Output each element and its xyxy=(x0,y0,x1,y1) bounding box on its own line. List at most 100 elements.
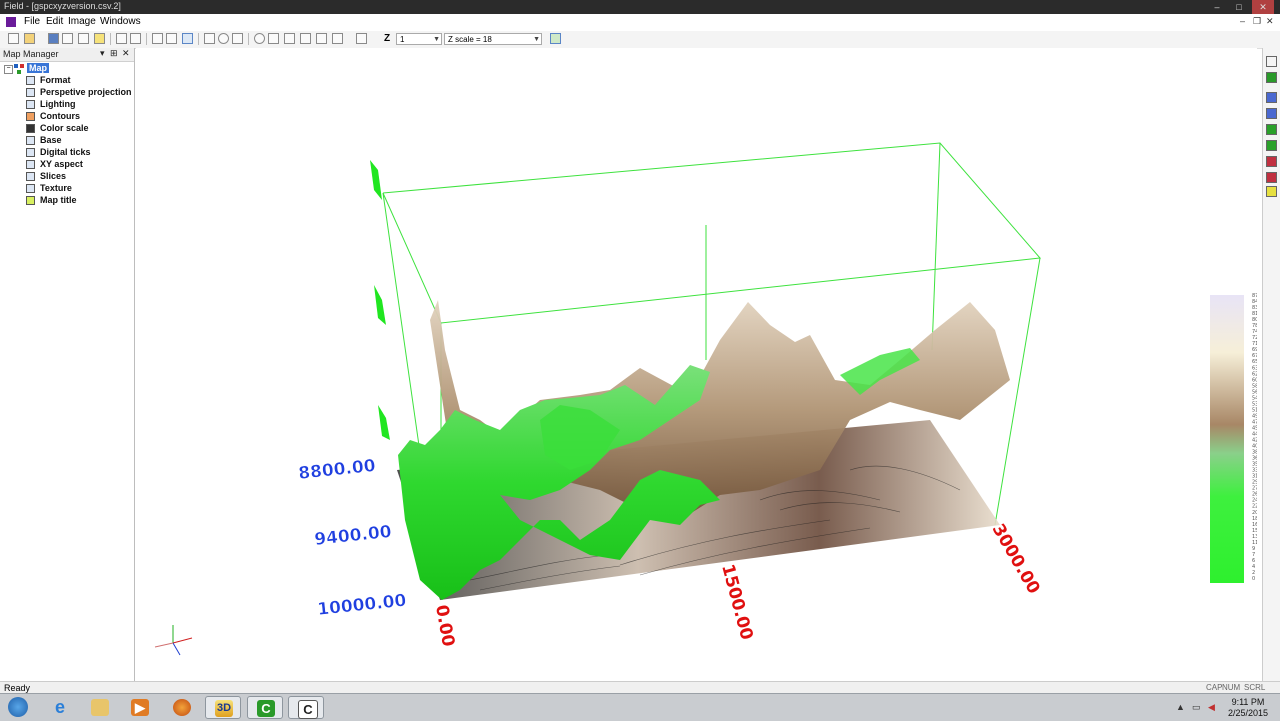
firefox-button[interactable] xyxy=(164,696,200,719)
x-tick-label: 0.00 xyxy=(431,603,458,648)
cube-side-icon[interactable] xyxy=(1266,140,1277,151)
tray-volume-icon[interactable]: ◀ xyxy=(1208,702,1215,713)
start-button[interactable] xyxy=(0,696,36,719)
cube-green-icon[interactable] xyxy=(1266,124,1277,135)
media-player-button[interactable]: ▶ xyxy=(122,696,158,719)
taskbar-clock[interactable]: 9:11 PM 2/25/2015 xyxy=(1220,697,1276,719)
doc-restore-button[interactable]: ❐ xyxy=(1253,16,1261,27)
box-icon[interactable] xyxy=(204,33,215,44)
color-map-icon[interactable] xyxy=(1266,72,1277,83)
pointer-icon[interactable] xyxy=(332,33,343,44)
field-3d-button[interactable]: 3D xyxy=(205,696,241,719)
cube-red-icon[interactable] xyxy=(1266,156,1277,167)
save-icon[interactable] xyxy=(48,33,59,44)
menu-edit[interactable]: Edit xyxy=(46,16,63,27)
cube-top-icon[interactable] xyxy=(1266,172,1277,183)
map-manager-header: Map Manager ▾ ⊞ ✕ xyxy=(0,48,134,62)
menu-file[interactable]: File xyxy=(24,16,40,27)
color-scale-bar xyxy=(1210,295,1244,583)
color-scale-labels: 8784838180787472716967656362605856545351… xyxy=(1252,293,1258,582)
tree-item-label: Perspetive projection xyxy=(40,87,132,97)
doc-minimize-button[interactable]: – xyxy=(1240,16,1245,26)
z-scale-value: Z scale = 18 xyxy=(448,35,492,44)
tree-item-icon xyxy=(26,172,35,181)
app-c-green-button[interactable]: C xyxy=(247,696,283,719)
firefox-icon xyxy=(173,699,191,716)
scroll-indicator: SCRL xyxy=(1244,683,1266,692)
print-icon[interactable] xyxy=(78,33,89,44)
tilt-icon[interactable] xyxy=(316,33,327,44)
y-tick-label: 8800.00 xyxy=(297,456,376,484)
grid-fine-icon[interactable] xyxy=(166,33,177,44)
app-c-green-icon: C xyxy=(257,700,275,717)
tree-item-icon xyxy=(26,184,35,193)
chevron-down-icon[interactable]: ▾ xyxy=(100,48,105,59)
pin-icon[interactable]: ⊞ xyxy=(110,48,118,59)
mesh-icon[interactable] xyxy=(232,33,243,44)
tree-item-label: Map title xyxy=(40,195,77,205)
menu-image[interactable]: Image xyxy=(68,16,96,27)
folder-icon xyxy=(91,699,109,716)
paste-icon[interactable] xyxy=(130,33,141,44)
arrow-left-icon[interactable] xyxy=(268,33,279,44)
z-scale-select[interactable]: Z scale = 18 ▼ xyxy=(444,33,542,45)
map-view-icon[interactable] xyxy=(550,33,561,44)
file-explorer-button[interactable] xyxy=(82,696,118,719)
caps-indicator: CAP xyxy=(1206,683,1223,692)
toolbar: Z 1 ▼ Z scale = 18 ▼ xyxy=(0,31,1280,49)
tree-root-label: Map xyxy=(27,63,49,73)
tray-expand-icon[interactable]: ▲ xyxy=(1176,702,1185,712)
y-axis: 8800.00 9400.00 10000.00 xyxy=(297,456,408,621)
map-manager-panel: Map Manager ▾ ⊞ ✕ xyxy=(0,48,135,681)
arrow-right-icon[interactable] xyxy=(284,33,295,44)
grid-icon[interactable] xyxy=(152,33,163,44)
doc-close-button[interactable]: ✕ xyxy=(1266,16,1274,27)
cube-front-icon[interactable] xyxy=(1266,108,1277,119)
tray-device-icon[interactable]: ▭ xyxy=(1192,702,1201,713)
close-icon[interactable]: ✕ xyxy=(122,48,130,59)
pattern-icon[interactable] xyxy=(1266,56,1277,67)
tree-root-map[interactable]: − Map xyxy=(4,63,64,75)
tree-item-label: Digital ticks xyxy=(40,147,91,157)
tree-item-icon xyxy=(26,196,35,205)
tree-item-icon xyxy=(26,88,35,97)
minimize-button[interactable]: – xyxy=(1206,0,1228,14)
cube-blue-icon[interactable] xyxy=(1266,92,1277,103)
rotate-icon[interactable] xyxy=(300,33,311,44)
x-tick-label: 3000.00 xyxy=(988,521,1044,598)
tree-item-label: Lighting xyxy=(40,99,76,109)
tree-item-label: Format xyxy=(40,75,71,85)
z-value-select[interactable]: 1 ▼ xyxy=(396,33,442,45)
right-toolbar xyxy=(1262,48,1280,681)
zoom-icon[interactable] xyxy=(254,33,265,44)
save-all-icon[interactable] xyxy=(62,33,73,44)
tree-item-icon xyxy=(26,148,35,157)
copy-icon[interactable] xyxy=(116,33,127,44)
close-button[interactable]: ✕ xyxy=(1252,0,1274,14)
app-icon xyxy=(6,17,16,27)
open-folder-icon[interactable] xyxy=(24,33,35,44)
window-title-bar: Field - [gspcxyzversion.csv.2] – □ ✕ xyxy=(0,0,1280,14)
chevron-down-icon: ▼ xyxy=(433,36,440,43)
tree-view-icon[interactable] xyxy=(182,33,193,44)
new-file-icon[interactable] xyxy=(8,33,19,44)
note-icon[interactable] xyxy=(94,33,105,44)
pen-icon[interactable] xyxy=(356,33,367,44)
tree-item-label: XY aspect xyxy=(40,159,83,169)
app-c-white-button[interactable]: C xyxy=(288,696,324,719)
sphere-icon[interactable] xyxy=(218,33,229,44)
y-tick-label: 10000.00 xyxy=(316,591,407,620)
menu-bar: File Edit Image Windows – ❐ ✕ xyxy=(0,14,1280,32)
color-picker-icon[interactable] xyxy=(1266,186,1277,197)
tree-item-icon xyxy=(26,136,35,145)
menu-windows[interactable]: Windows xyxy=(100,16,141,27)
internet-explorer-button[interactable]: e xyxy=(42,696,78,719)
maximize-button[interactable]: □ xyxy=(1228,0,1250,14)
tree-item-icon xyxy=(26,76,35,85)
media-player-icon: ▶ xyxy=(131,699,149,716)
map-canvas[interactable]: 8800.00 9400.00 10000.00 0.00 1500.00 30… xyxy=(136,48,1258,681)
collapse-icon[interactable]: − xyxy=(4,65,13,74)
y-tick-label: 9400.00 xyxy=(313,522,392,550)
internet-explorer-icon: e xyxy=(54,697,65,717)
status-text: Ready xyxy=(4,683,31,693)
